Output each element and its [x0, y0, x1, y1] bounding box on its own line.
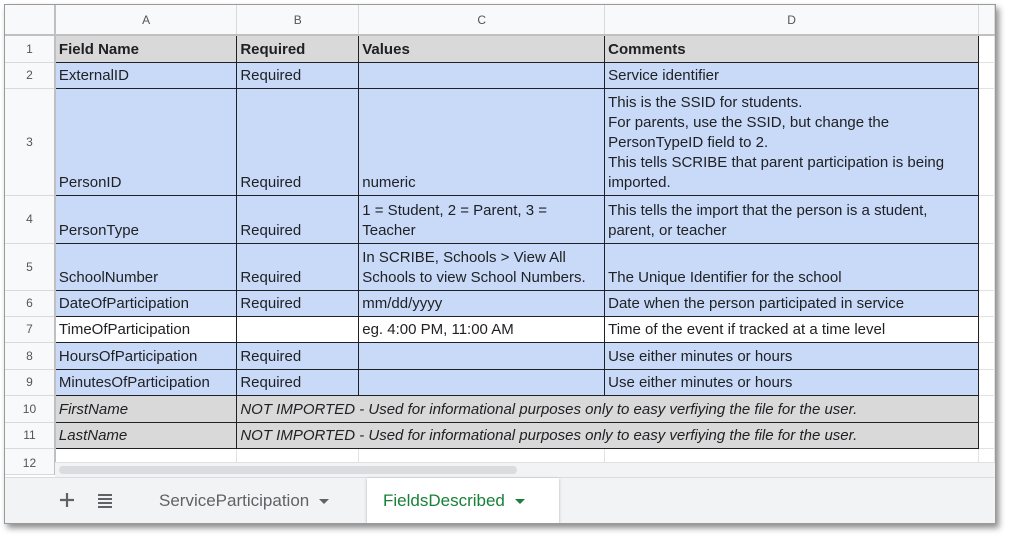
- column-header-a[interactable]: A: [54, 5, 238, 36]
- table-cell[interactable]: Required: [236, 242, 360, 291]
- sheet-tab-bar: ServiceParticipation FieldsDescribed: [5, 477, 995, 523]
- table-cell[interactable]: Comments: [604, 34, 979, 63]
- table-cell[interactable]: Use either minutes or hours: [604, 368, 979, 396]
- scrollbar-thumb[interactable]: [59, 466, 517, 474]
- table-cell[interactable]: In SCRIBE, Schools > View All Schools to…: [358, 242, 606, 291]
- table-cell[interactable]: [236, 315, 360, 343]
- sheet-grid: A B C D 1 Field Name Required Values Com…: [5, 5, 995, 475]
- table-cell[interactable]: PersonType: [54, 194, 238, 244]
- empty-cell[interactable]: [978, 88, 995, 196]
- table-cell[interactable]: Required: [236, 87, 360, 196]
- list-icon[interactable]: [93, 488, 117, 512]
- table-cell[interactable]: FirstName: [54, 394, 238, 423]
- table-cell[interactable]: Required: [236, 34, 360, 63]
- chevron-down-icon[interactable]: [319, 499, 330, 505]
- table-cell[interactable]: This is the SSID for students. For paren…: [604, 87, 979, 196]
- column-header-c[interactable]: C: [358, 5, 606, 36]
- tab-fields-described[interactable]: FieldsDescribed: [367, 478, 559, 523]
- table-cell[interactable]: TimeOfParticipation: [54, 315, 238, 343]
- empty-cell[interactable]: [978, 395, 995, 423]
- column-header-d[interactable]: D: [604, 5, 979, 36]
- table-cell[interactable]: DateOfParticipation: [54, 289, 238, 317]
- tab-label: FieldsDescribed: [383, 491, 505, 510]
- horizontal-scrollbar[interactable]: [55, 462, 995, 477]
- table-cell[interactable]: numeric: [358, 87, 606, 196]
- table-cell[interactable]: This tells the import that the person is…: [604, 194, 979, 244]
- table-cell[interactable]: [358, 61, 606, 89]
- table-cell[interactable]: MinutesOfParticipation: [54, 368, 238, 396]
- row-header[interactable]: 9: [5, 369, 56, 396]
- empty-cell[interactable]: [978, 369, 995, 396]
- table-cell[interactable]: SchoolNumber: [54, 242, 238, 291]
- tab-service-participation[interactable]: ServiceParticipation: [143, 478, 361, 523]
- table-cell[interactable]: Required: [236, 194, 360, 244]
- table-cell[interactable]: mm/dd/yyyy: [358, 289, 606, 317]
- column-header-b[interactable]: B: [236, 5, 360, 36]
- empty-cell[interactable]: [978, 316, 995, 343]
- empty-cell[interactable]: [978, 422, 995, 449]
- row-header[interactable]: 11: [5, 422, 56, 449]
- row-header[interactable]: 4: [5, 195, 56, 244]
- table-cell[interactable]: Time of the event if tracked at a time l…: [604, 315, 979, 343]
- empty-cell[interactable]: [978, 342, 995, 370]
- table-cell[interactable]: The Unique Identifier for the school: [604, 242, 979, 291]
- empty-cell[interactable]: [978, 195, 995, 244]
- empty-cell[interactable]: [978, 290, 995, 317]
- row-header[interactable]: 1: [5, 35, 56, 63]
- table-cell[interactable]: PersonID: [54, 87, 238, 196]
- table-cell[interactable]: Field Name: [54, 34, 238, 63]
- table-cell[interactable]: eg. 4:00 PM, 11:00 AM: [358, 315, 606, 343]
- table-cell[interactable]: 1 = Student, 2 = Parent, 3 = Teacher: [358, 194, 606, 244]
- table-cell[interactable]: Date when the person participated in ser…: [604, 289, 979, 317]
- table-cell[interactable]: Values: [358, 34, 606, 63]
- plus-icon[interactable]: [55, 488, 79, 512]
- row-header[interactable]: 3: [5, 88, 56, 196]
- table-cell[interactable]: Required: [236, 61, 360, 89]
- table-cell[interactable]: Service identifier: [604, 61, 979, 89]
- table-cell[interactable]: Required: [236, 289, 360, 317]
- empty-cell[interactable]: [978, 62, 995, 89]
- chevron-down-icon[interactable]: [514, 499, 525, 505]
- table-cell[interactable]: [358, 368, 606, 396]
- row-header[interactable]: 10: [5, 395, 56, 423]
- row-header[interactable]: 5: [5, 243, 56, 291]
- spreadsheet-window: A B C D 1 Field Name Required Values Com…: [4, 4, 996, 524]
- row-header[interactable]: 7: [5, 316, 56, 343]
- select-all-corner[interactable]: [5, 5, 56, 36]
- empty-cell[interactable]: [978, 243, 995, 291]
- table-cell[interactable]: ExternalID: [54, 61, 238, 89]
- row-header[interactable]: 6: [5, 290, 56, 317]
- merged-note-cell[interactable]: NOT IMPORTED - Used for informational pu…: [236, 394, 979, 423]
- table-cell[interactable]: LastName: [54, 421, 238, 449]
- table-cell[interactable]: [358, 341, 606, 370]
- row-header[interactable]: 2: [5, 62, 56, 89]
- column-header-e[interactable]: [978, 5, 995, 36]
- table-cell[interactable]: HoursOfParticipation: [54, 341, 238, 370]
- table-cell[interactable]: Required: [236, 368, 360, 396]
- row-header[interactable]: 8: [5, 342, 56, 370]
- table-cell[interactable]: Required: [236, 341, 360, 370]
- merged-note-cell[interactable]: NOT IMPORTED - Used for informational pu…: [236, 421, 979, 449]
- row-header[interactable]: 12: [5, 448, 56, 475]
- table-cell[interactable]: Use either minutes or hours: [604, 341, 979, 370]
- empty-cell[interactable]: [978, 35, 995, 63]
- tab-label: ServiceParticipation: [159, 491, 310, 510]
